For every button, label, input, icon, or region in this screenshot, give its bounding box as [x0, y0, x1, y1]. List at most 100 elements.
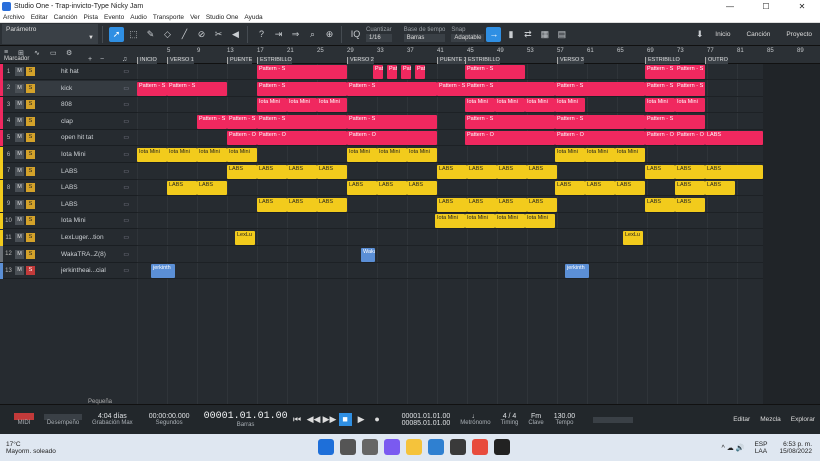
solo-button[interactable]: S — [26, 166, 35, 176]
mute-button[interactable]: M — [15, 199, 24, 209]
metronome[interactable]: ♩ Metrónomo — [460, 413, 490, 426]
event-clip[interactable]: LABS — [675, 197, 705, 212]
event-clip[interactable]: Pattern - S — [675, 81, 705, 96]
track-name[interactable]: LABS — [61, 168, 111, 175]
solo-button[interactable]: S — [26, 133, 35, 143]
split-tool-icon[interactable]: ✂ — [211, 27, 226, 42]
event-clip[interactable]: Pattern - S — [555, 81, 645, 96]
event-clip[interactable]: Iota Mini — [347, 148, 377, 162]
event-clip[interactable]: LABS — [167, 181, 197, 196]
timeline-ruler[interactable]: 5 9 13 17 21 25 29 33 37 41 45 49 53 57 61 65 69 73 77 81 85… — [137, 46, 820, 64]
tempo-value[interactable]: 130.00 — [554, 413, 575, 420]
browse-button[interactable]: Explorar — [786, 416, 820, 423]
instrument-icon[interactable]: ▭ — [123, 101, 129, 108]
event-clip[interactable]: LABS — [197, 181, 227, 196]
chat-icon[interactable] — [384, 439, 400, 455]
lock-icon[interactable]: ⊕ — [322, 27, 337, 42]
minimize-icon[interactable]: — — [712, 2, 748, 11]
menu-studio-one[interactable]: Studio One — [203, 14, 242, 21]
film-icon[interactable]: ▤ — [554, 27, 569, 42]
event-clip[interactable]: Pattern - S — [675, 65, 705, 79]
instrument-icon[interactable]: ▭ — [123, 217, 129, 224]
parameter-box[interactable]: Parámetro ▼ — [2, 24, 98, 44]
key[interactable]: Fm Clave — [528, 413, 543, 426]
event-clip[interactable]: Iota Mini — [465, 98, 495, 113]
track-name[interactable]: Iota Mini — [61, 151, 111, 158]
mute-tool-icon[interactable]: ⊘ — [194, 27, 209, 42]
dropout-icon[interactable]: ⇄ — [520, 27, 535, 42]
event-clip[interactable]: jerkinth — [151, 264, 175, 279]
folder-icon[interactable]: ▭ — [50, 49, 57, 57]
loop-icon[interactable]: ■ — [338, 413, 352, 426]
event-clip[interactable]: LABS — [377, 181, 407, 196]
mute-button[interactable]: M — [15, 216, 24, 226]
automation-icon[interactable]: ∿ — [34, 49, 40, 57]
event-clip[interactable]: Pattern - S — [373, 65, 383, 79]
menu-cancion[interactable]: Canción — [51, 14, 81, 21]
remove-marker-icon[interactable]: − — [100, 56, 104, 63]
track-row[interactable]: 6 M S Iota Mini ▭ — [0, 146, 137, 163]
event-clip[interactable]: LABS — [645, 164, 675, 179]
event-clip[interactable]: Pattern - O — [465, 131, 555, 146]
menu-archivo[interactable]: Archivo — [0, 14, 28, 21]
instrument-icon[interactable]: ▭ — [123, 151, 129, 158]
event-clip[interactable]: Pattern - O — [257, 131, 347, 146]
track-row[interactable]: 10 M S Iota Mini ▭ — [0, 212, 137, 230]
menu-evento[interactable]: Evento — [101, 14, 127, 21]
home-button[interactable]: Inicio — [707, 31, 738, 38]
event-clip[interactable]: Iota Mini — [407, 148, 437, 162]
event-clip[interactable]: Pattern - S — [257, 81, 347, 96]
note-icon[interactable]: ♫ — [122, 56, 127, 63]
instrument-icon[interactable]: ▭ — [123, 168, 129, 175]
solo-button[interactable]: S — [26, 67, 35, 76]
arrangement-view[interactable]: Pattern - SPattern - SPattern - SPattern… — [137, 64, 763, 404]
event-clip[interactable]: LABS — [645, 197, 675, 212]
grid-icon[interactable]: ▦ — [537, 27, 552, 42]
track-row[interactable]: 2 M Skick ▭ — [0, 80, 137, 97]
song-marker[interactable]: OUTRO — [705, 57, 728, 64]
clock[interactable]: 6:53 p. m. 15/08/2022 — [779, 441, 812, 455]
event-clip[interactable]: LABS — [497, 197, 527, 212]
event-clip[interactable]: LABS — [227, 164, 257, 179]
loop-range[interactable]: 00001.01.01.00 00085.01.01.00 — [402, 413, 451, 427]
track-row[interactable]: 9 M S LABS ▭ — [0, 196, 137, 213]
mute-button[interactable]: M — [15, 183, 24, 193]
event-clip[interactable]: Iota Mini — [525, 214, 555, 229]
song-marker[interactable]: VERSO 3 — [557, 57, 584, 64]
event-clip[interactable]: LABS — [257, 197, 287, 212]
event-clip[interactable]: Iota Mini — [287, 98, 317, 113]
event-clip[interactable]: Pattern - O — [645, 131, 675, 146]
snap-forward-icon[interactable]: ⇒ — [288, 27, 303, 42]
song-marker[interactable]: INICIO — [137, 57, 157, 64]
solo-button[interactable]: S — [26, 116, 35, 126]
event-clip[interactable]: Iota Mini — [585, 148, 615, 162]
track-row[interactable]: 12 M S WakaTRA..Z(8) ▭ — [0, 246, 137, 263]
windows-start-icon[interactable] — [318, 439, 334, 455]
event-clip[interactable]: Pattern - S — [401, 65, 411, 79]
chrome-icon[interactable] — [472, 439, 488, 455]
event-clip[interactable]: Iota Mini — [197, 148, 227, 162]
event-clip[interactable]: Iota Mini — [377, 148, 407, 162]
timebase-control[interactable]: Base de tiempo Barras — [403, 27, 446, 42]
mute-button[interactable]: M — [15, 166, 24, 176]
solo-button[interactable]: S — [26, 100, 35, 110]
quantize-control[interactable]: Cuantizar 1/16 — [366, 27, 392, 42]
event-clip[interactable]: Pattern - S — [465, 81, 555, 96]
event-clip[interactable]: jerkinth — [565, 264, 589, 279]
studio-one-taskbar-icon[interactable] — [494, 439, 510, 455]
track-name[interactable]: LABS — [61, 201, 111, 208]
system-tray-icons[interactable]: ^ ☁ 🔊 — [722, 444, 745, 452]
instrument-icon[interactable]: ▭ — [123, 234, 129, 241]
mute-button[interactable]: M — [15, 266, 24, 276]
instrument-icon[interactable]: ▭ — [123, 134, 129, 141]
vertical-scroll-area[interactable] — [763, 64, 820, 404]
zoom-icon[interactable]: ⌕ — [305, 27, 320, 42]
loop-left-value[interactable]: 00001.01.01.00 — [402, 413, 451, 420]
event-clip[interactable]: Iota Mini — [675, 98, 705, 113]
arrow-tool-icon[interactable]: ➚ — [109, 26, 124, 42]
event-clip[interactable]: LABS — [675, 164, 705, 179]
song-marker[interactable]: VERSO 2 — [347, 57, 374, 64]
event-clip[interactable]: LABS — [705, 131, 763, 146]
event-clip[interactable]: Pattern - S — [257, 65, 347, 79]
store-icon[interactable] — [450, 439, 466, 455]
